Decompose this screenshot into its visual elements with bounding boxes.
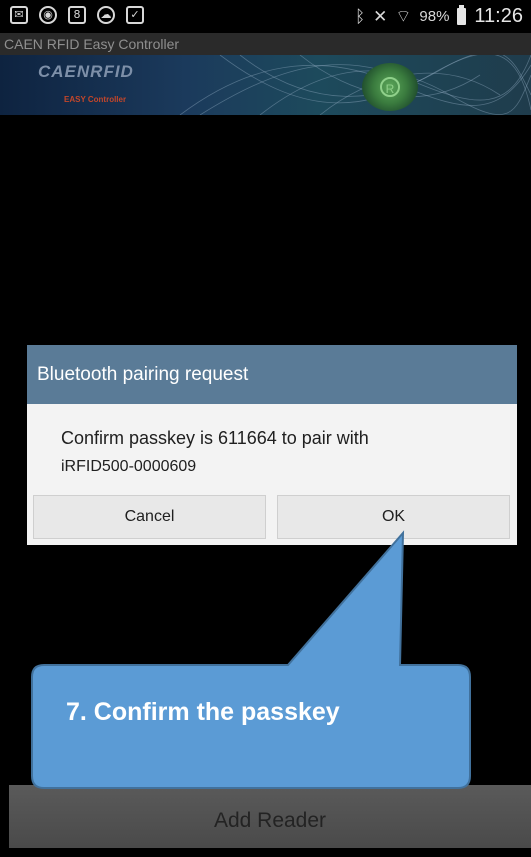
battery-percent: 98% xyxy=(419,8,450,25)
add-reader-button[interactable]: Add Reader xyxy=(9,785,531,848)
clipboard-icon: ✓ xyxy=(126,6,144,24)
cancel-button[interactable]: Cancel xyxy=(33,495,266,539)
clock: 11:26 xyxy=(474,5,523,27)
ok-button[interactable]: OK xyxy=(277,495,510,539)
mute-icon: ✕ xyxy=(373,6,388,27)
bluetooth-icon: ᛒ xyxy=(354,6,366,27)
mail-icon: ✉ xyxy=(10,6,28,24)
status-bar: ✉ ◉ 8 ☁ ✓ ᛒ ✕ ⌔ 98% 11:26 xyxy=(0,0,531,33)
callout-text: 7. Confirm the passkey xyxy=(66,698,340,726)
banner-brand: CAENRFID xyxy=(38,62,134,81)
cloud-icon: ☁ xyxy=(97,6,115,24)
rfid-emblem-icon: R xyxy=(362,63,418,111)
device-name: iRFID500-0000609 xyxy=(61,458,197,475)
bluetooth-pairing-dialog: Bluetooth pairing request Confirm passke… xyxy=(27,345,517,545)
app-banner: CAENRFID EASY Controller R xyxy=(0,55,531,115)
app-icon: ◉ xyxy=(39,6,57,24)
notification-icons: ✉ ◉ 8 ☁ ✓ xyxy=(10,6,144,24)
battery-icon xyxy=(457,5,467,25)
app-icon: 8 xyxy=(68,6,86,24)
banner-subtitle: EASY Controller xyxy=(64,95,127,104)
dialog-title: Bluetooth pairing request xyxy=(27,345,517,404)
app-title: CAEN RFID Easy Controller xyxy=(0,33,531,55)
wifi-icon: ⌔ xyxy=(395,7,412,27)
callout-shape xyxy=(31,530,471,789)
dialog-message: Confirm passkey is 611664 to pair with xyxy=(61,428,369,448)
